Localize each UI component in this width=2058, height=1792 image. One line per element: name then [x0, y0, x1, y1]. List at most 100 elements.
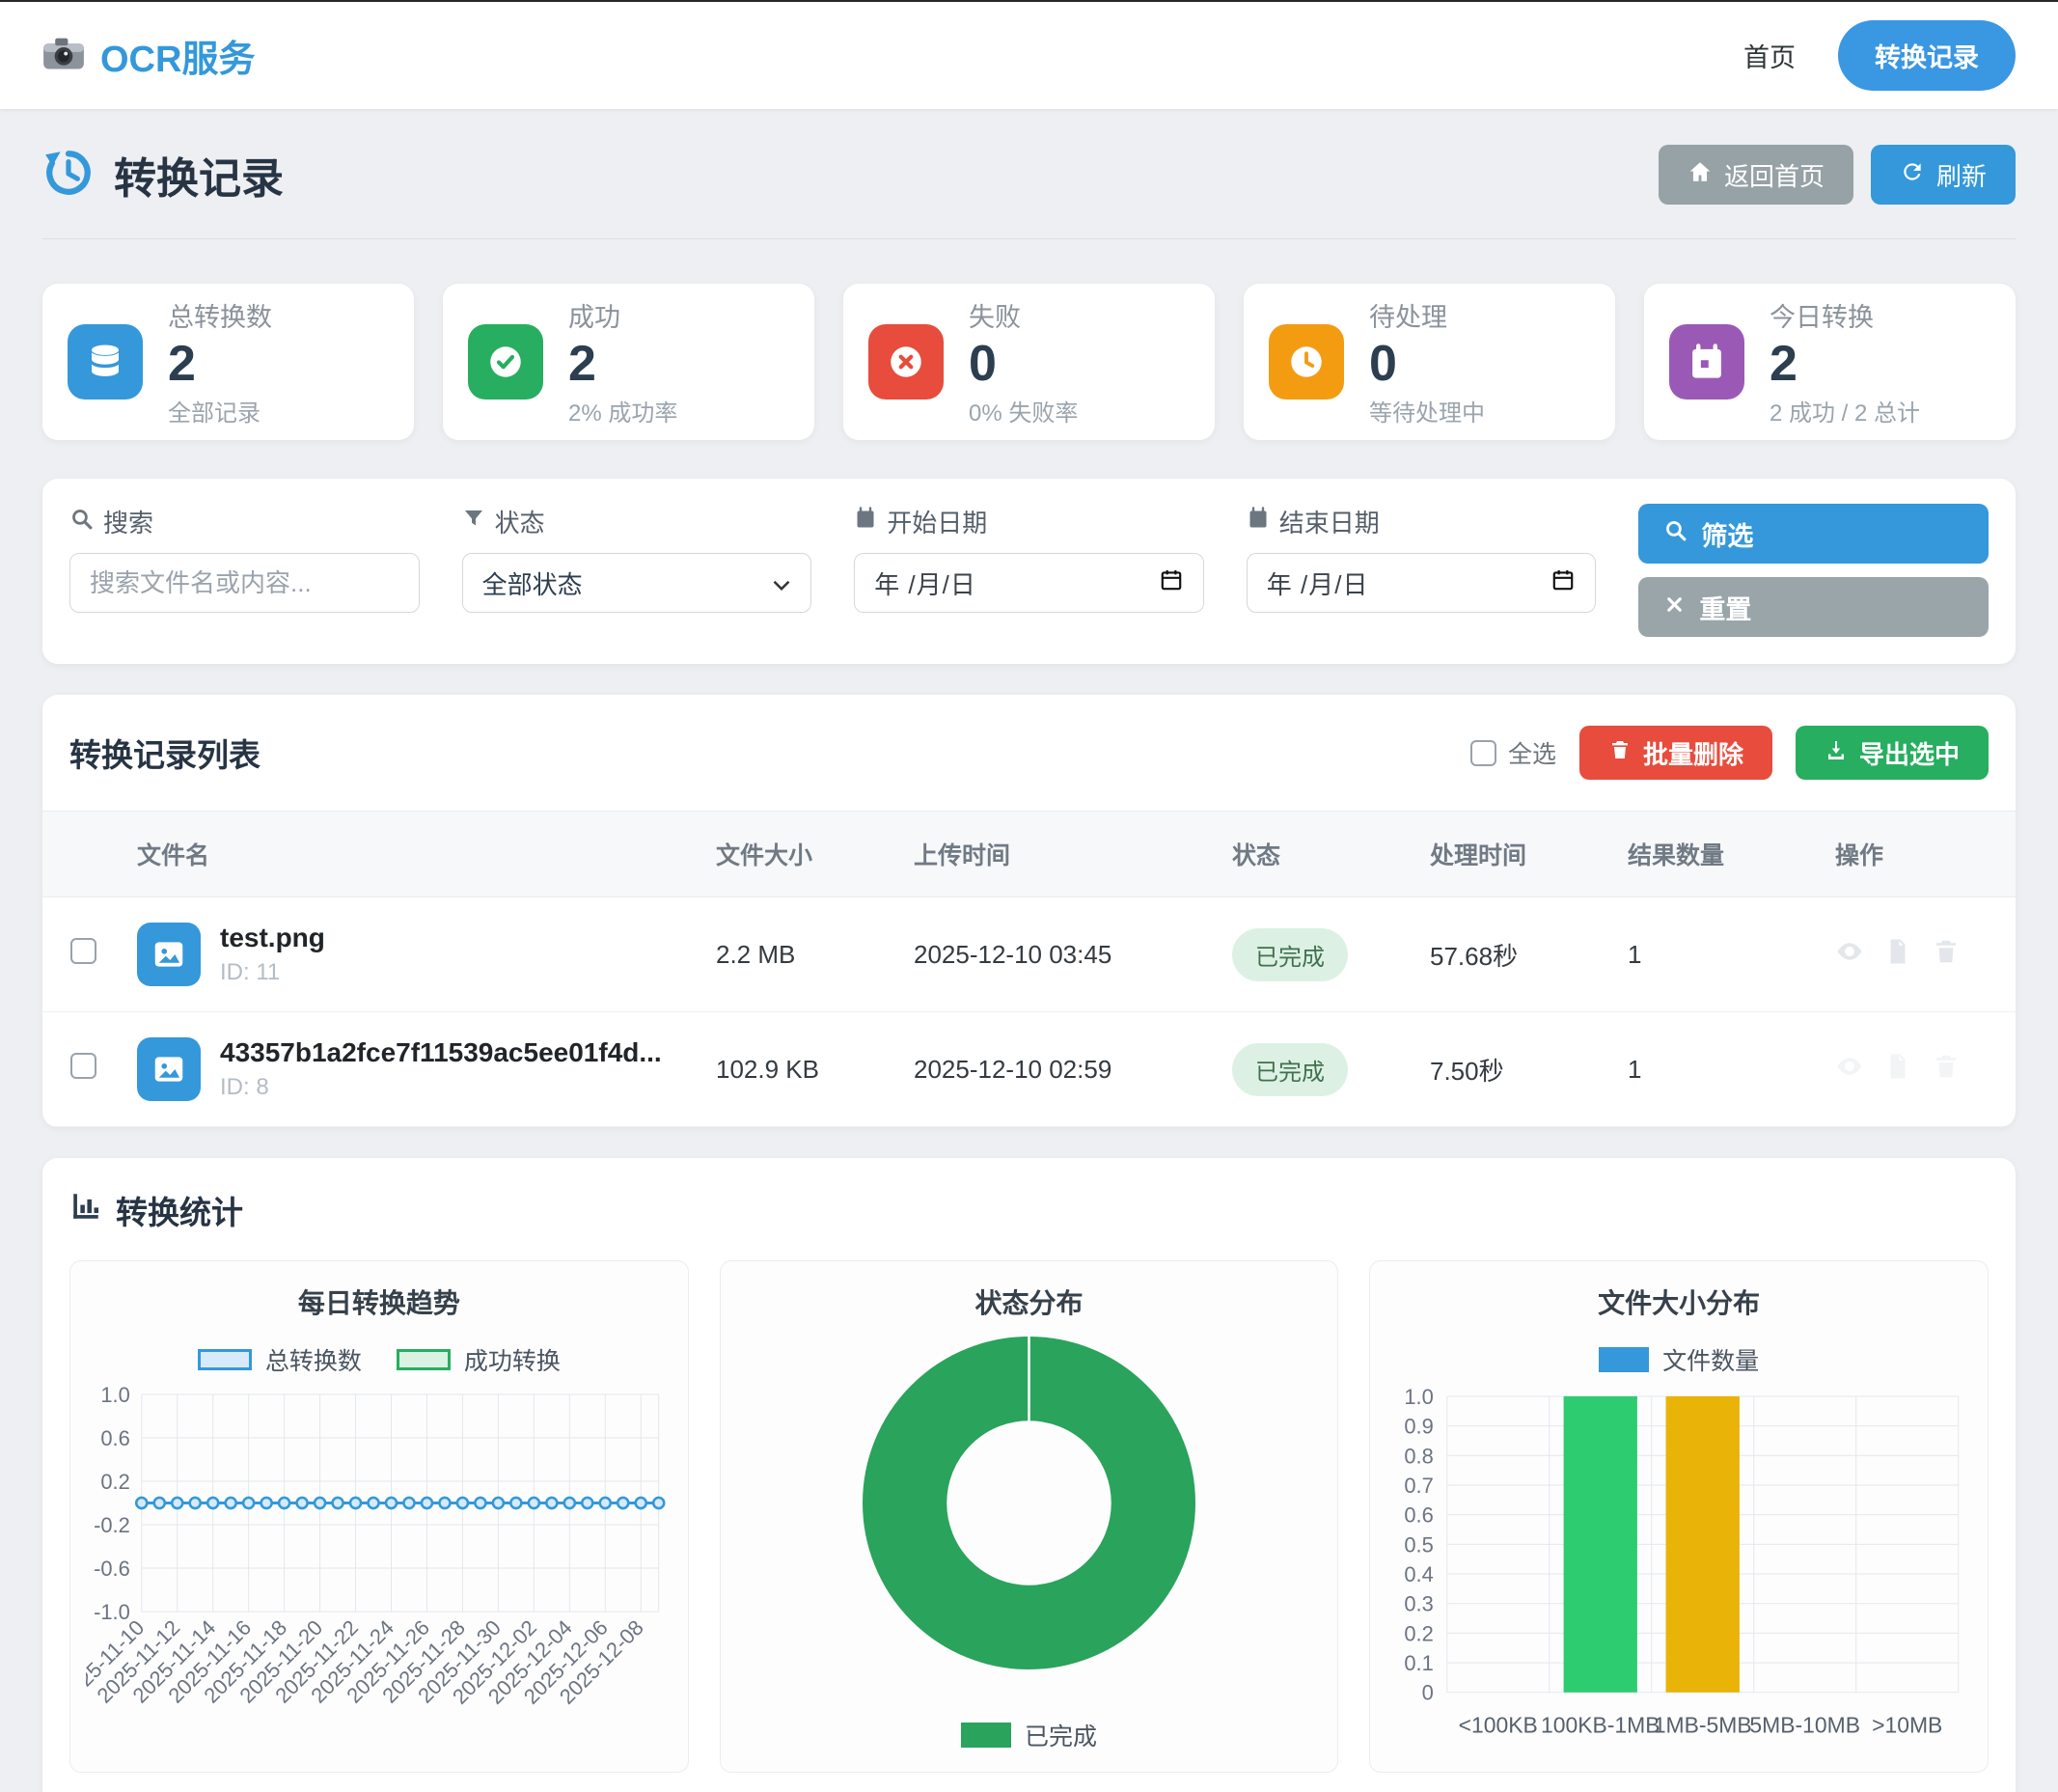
- col-status: 状态: [1219, 812, 1416, 897]
- search-input[interactable]: [69, 553, 420, 613]
- svg-text:0.3: 0.3: [1405, 1592, 1434, 1616]
- stat-subtitle: 2 成功 / 2 总计: [1770, 394, 1920, 427]
- camera-icon: [42, 36, 85, 75]
- date-picker-icon[interactable]: [1159, 567, 1184, 599]
- file-size-distribution-chart: 文件大小分布 文件数量 1.00.90.80.70.60.50.40.30.20…: [1369, 1260, 1989, 1773]
- status-field-group: 状态 全部状态: [462, 504, 812, 637]
- statistics-card: 转换统计 每日转换趋势 总转换数成功转换 1.00.60.2-0.2-0.6-1…: [42, 1158, 2016, 1792]
- nav-records-button[interactable]: 转换记录: [1838, 20, 2016, 91]
- svg-text:1.0: 1.0: [100, 1383, 129, 1407]
- search-icon: [1663, 518, 1688, 549]
- end-date-input[interactable]: 年 /月/日: [1247, 553, 1597, 613]
- stat-card-failed: 失败 0 0% 失败率: [843, 284, 1215, 440]
- chart-title: 文件大小分布: [1598, 1282, 1760, 1321]
- status-badge: 已完成: [1232, 1043, 1348, 1096]
- view-icon[interactable]: [1835, 937, 1864, 973]
- svg-text:<100KB: <100KB: [1459, 1713, 1538, 1738]
- chart-legend: 已完成: [961, 1718, 1097, 1752]
- stat-card-today: 今日转换 2 2 成功 / 2 总计: [1644, 284, 2016, 440]
- calendar-icon: [1247, 507, 1270, 537]
- file-name: test.png: [220, 923, 325, 953]
- x-circle-icon: [868, 324, 944, 400]
- chart-title: 每日转换趋势: [298, 1282, 460, 1321]
- trash-icon[interactable]: [1932, 1052, 1961, 1088]
- file-size: 102.9 KB: [702, 1012, 900, 1127]
- svg-text:0.2: 0.2: [1405, 1621, 1434, 1645]
- svg-text:1.0: 1.0: [1405, 1385, 1434, 1409]
- bar-plot: 1.00.90.80.70.60.50.40.30.20.10<100KB100…: [1386, 1383, 1972, 1758]
- back-home-button[interactable]: 返回首页: [1659, 145, 1853, 205]
- daily-trend-chart: 每日转换趋势 总转换数成功转换 1.00.60.2-0.2-0.6-1.0202…: [69, 1260, 689, 1773]
- col-results: 结果数量: [1614, 812, 1822, 897]
- nav-home-link[interactable]: 首页: [1743, 37, 1796, 74]
- statistics-title: 转换统计: [116, 1187, 243, 1233]
- stat-value: 2: [168, 338, 272, 391]
- stat-title: 今日转换: [1770, 296, 1920, 334]
- stat-value: 0: [969, 338, 1078, 391]
- apply-filter-button[interactable]: 筛选: [1638, 504, 1989, 564]
- date-picker-icon[interactable]: [1550, 567, 1576, 599]
- filter-buttons: 筛选 重置: [1638, 504, 1989, 637]
- export-selected-button[interactable]: 导出选中: [1796, 726, 1989, 780]
- stat-subtitle: 等待处理中: [1369, 394, 1485, 427]
- end-date-group: 结束日期 年 /月/日: [1247, 504, 1597, 637]
- filter-bar: 搜索 状态 全部状态 开始日期: [42, 479, 2016, 664]
- start-date-input[interactable]: 年 /月/日: [854, 553, 1204, 613]
- stat-cards: 总转换数 2 全部记录 成功 2 2% 成功率 失败 0 0% 失败率: [42, 284, 2016, 440]
- stat-value: 2: [1770, 338, 1920, 391]
- col-filename: 文件名: [123, 812, 702, 897]
- svg-text:1MB-5MB: 1MB-5MB: [1654, 1713, 1752, 1738]
- chart-legend: 总转换数成功转换: [198, 1342, 561, 1377]
- col-filesize: 文件大小: [702, 812, 900, 897]
- select-all: 全选: [1470, 735, 1556, 770]
- reset-filter-button[interactable]: 重置: [1638, 577, 1989, 637]
- records-title: 转换记录列表: [69, 730, 261, 776]
- row-checkbox[interactable]: [70, 938, 96, 964]
- svg-text:0.2: 0.2: [100, 1470, 129, 1494]
- col-uploaded: 上传时间: [900, 812, 1219, 897]
- clock-icon: [1269, 324, 1344, 400]
- end-date-label: 结束日期: [1247, 504, 1597, 539]
- chart-legend: 文件数量: [1599, 1342, 1759, 1377]
- process-duration: 57.68秒: [1416, 897, 1614, 1012]
- upload-time: 2025-12-10 02:59: [900, 1012, 1219, 1127]
- svg-text:-0.2: -0.2: [94, 1513, 130, 1537]
- stat-subtitle: 0% 失败率: [969, 394, 1078, 427]
- search-icon: [69, 507, 94, 538]
- process-duration: 7.50秒: [1416, 1012, 1614, 1127]
- svg-text:0: 0: [1422, 1681, 1434, 1705]
- batch-delete-button[interactable]: 批量删除: [1579, 726, 1772, 780]
- status-distribution-chart: 状态分布 已完成: [720, 1260, 1339, 1773]
- trash-icon[interactable]: [1932, 937, 1961, 973]
- records-table: 文件名 文件大小 上传时间 状态 处理时间 结果数量 操作: [42, 811, 2016, 1127]
- svg-text:>10MB: >10MB: [1872, 1713, 1942, 1738]
- status-select[interactable]: 全部状态: [462, 553, 812, 613]
- row-checkbox[interactable]: [70, 1053, 96, 1079]
- image-file-icon: [137, 923, 201, 986]
- status-label: 状态: [462, 504, 812, 539]
- bar-chart-icon: [69, 1190, 102, 1230]
- col-actions: 操作: [1822, 812, 2016, 897]
- svg-text:-1.0: -1.0: [94, 1600, 130, 1624]
- result-count: 1: [1614, 1012, 1822, 1127]
- document-icon[interactable]: [1883, 937, 1912, 973]
- nav-links: 首页 转换记录: [1743, 20, 2016, 91]
- stat-card-pending: 待处理 0 等待处理中: [1244, 284, 1615, 440]
- page-title: 转换记录: [114, 144, 284, 206]
- start-date-group: 开始日期 年 /月/日: [854, 504, 1204, 637]
- refresh-button[interactable]: 刷新: [1871, 145, 2016, 205]
- close-icon: [1663, 593, 1686, 622]
- database-icon: [68, 324, 143, 400]
- svg-text:100KB-1MB: 100KB-1MB: [1541, 1713, 1660, 1738]
- view-icon[interactable]: [1835, 1052, 1864, 1088]
- svg-text:-0.6: -0.6: [94, 1557, 130, 1581]
- donut-plot: [863, 1337, 1195, 1674]
- document-icon[interactable]: [1883, 1052, 1912, 1088]
- table-row: 43357b1a2fce7f11539ac5ee01f4d... ID: 8 1…: [42, 1012, 2016, 1127]
- page-header: 转换记录 返回首页 刷新: [42, 144, 2016, 206]
- col-duration: 处理时间: [1416, 812, 1614, 897]
- history-icon: [42, 147, 95, 204]
- result-count: 1: [1614, 897, 1822, 1012]
- select-all-checkbox[interactable]: [1470, 740, 1496, 766]
- svg-text:0.4: 0.4: [1405, 1562, 1434, 1586]
